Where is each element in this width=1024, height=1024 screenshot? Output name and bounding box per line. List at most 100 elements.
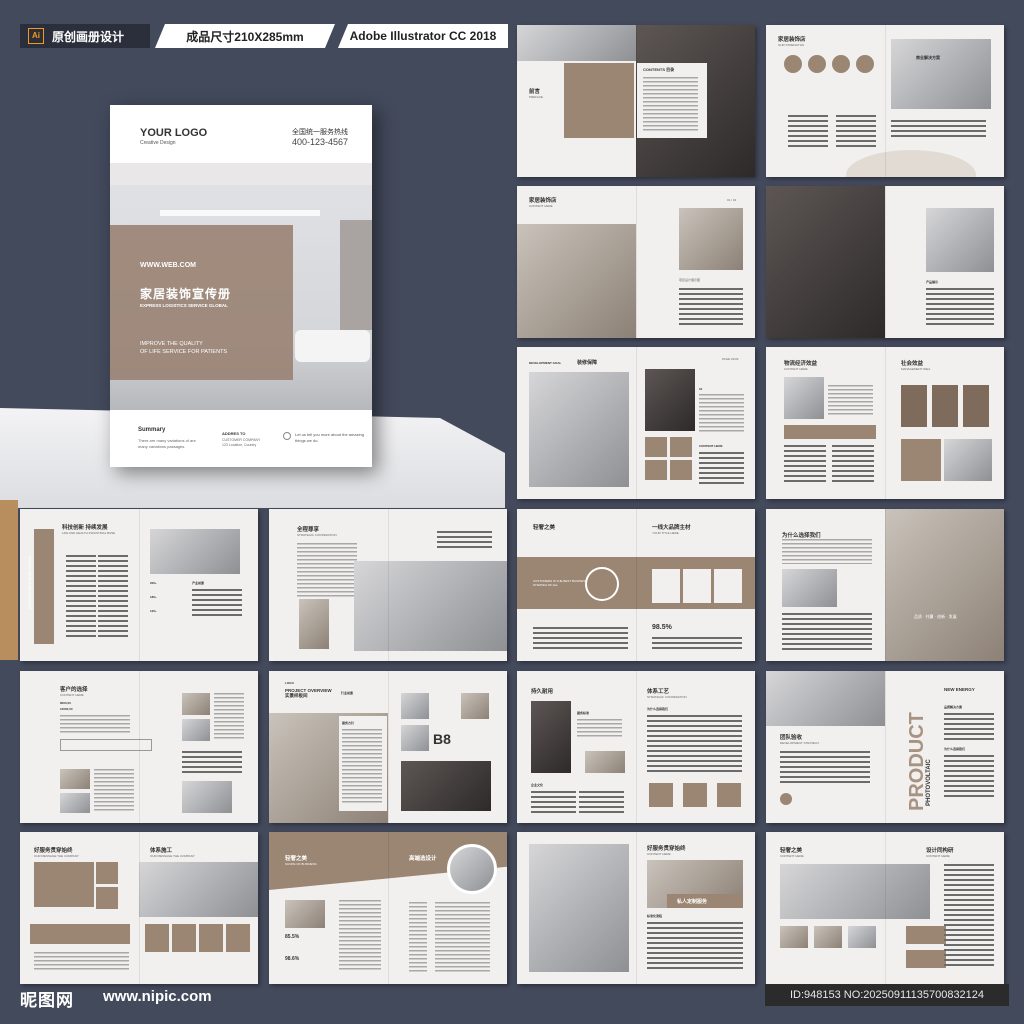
site-url[interactable]: www.nipic.com [103,988,212,1005]
round-photo [447,844,497,894]
text-lines [926,288,994,326]
text-lines [533,627,628,649]
spread-photo [517,224,636,338]
text-lines [832,445,874,485]
icon-tile [199,924,223,952]
new-energy-label: NEW ENERGY [944,687,975,692]
brown-card [901,385,927,427]
contents-title: CONTENTS 目录 [643,67,675,72]
spread-photo [401,761,491,811]
spread-photo [944,439,992,481]
stat-1: 200+ [150,581,157,585]
white-card [683,569,711,603]
text-lines [647,922,743,972]
spread-title-2: 设计同构研 [926,848,954,854]
cover-title: 家居装饰宣传册 [140,287,232,301]
brown-banner [784,425,876,439]
solution-label: 商业解决方案 [916,55,940,60]
spread-title: 轻奢之美 [780,848,803,854]
hotline-label: 全国统一服务热线 [292,129,348,136]
spread-subtitle-2: CONTENT HERE [926,854,950,858]
spread-photo [814,926,842,948]
spread-subtitle: CONTENT HERE [529,204,553,208]
spread-r1b: 家居装饰店 OUR STRENGTHS 商业解决方案 [766,25,1004,177]
brown-banner [30,924,130,944]
spread-photo [60,793,90,813]
software-tag: Ai 原创画册设计 [20,24,150,48]
chart-ring [585,567,619,601]
content-label: CONTENT HERE [699,444,723,448]
text-lines [699,452,744,487]
spread-photo [645,369,695,431]
text-lines [579,791,624,813]
stat-2: 180+ [150,595,157,599]
spread-title-2: 一线大品牌主材 [652,525,691,531]
text-lines [192,589,242,617]
feature-icon [808,55,826,73]
spread-title-2: 体系工艺 [647,689,670,695]
spread-title: 好服务贯穿始终 [647,846,686,852]
spread-r2a: 家居装饰店 CONTENT HERE 01 / 02 项目设计展示图 [517,186,755,338]
address-text: CUSTOMER COMPANY 123 Location, Country [222,438,261,447]
hotline-phone: 400-123-4567 [292,137,349,147]
banner-text: 私人定制服务 [677,899,708,905]
cover-band [110,163,372,185]
spread-r4b: 全程尊享 STRATEGIC COOPERATION [269,509,507,661]
spread-subtitle: STRATEGIC COOPERATION [297,533,337,537]
icon-tile [96,862,118,884]
banner-text: CUSTOMERS IS THE BEST BUSINESS STRATEG O… [533,579,588,587]
spread-photo [766,671,885,726]
white-card [652,569,680,603]
brown-block [564,63,634,138]
spread-photo [182,693,210,715]
spread-photo [60,769,90,789]
spread-title: 轻奢之美 [285,856,308,862]
percent-1: 85.5% [285,934,300,940]
text-lines [577,719,622,739]
text-lines [780,751,870,786]
logo-mark: LOGO [285,681,294,685]
spread-photo [766,186,885,338]
text-lines [699,394,744,434]
spread-photo [926,208,994,272]
icon-tile [172,924,196,952]
spread-photo [848,926,876,948]
cover-logo: YOUR LOGO [140,127,208,139]
spread-photo [401,693,429,719]
size-tag: 成品尺寸210X285mm [155,24,335,48]
icon-tile [645,460,667,480]
location-icon [283,432,291,440]
spread-subtitle: YOUR TITLE HERE [652,531,679,535]
spread-title: 好服务贯穿始终 [34,848,73,854]
cover-logo-sub: Creative Design [140,140,176,146]
page-number: PAGE 01/02 [722,357,739,361]
text-lines [782,539,872,564]
icon-tile [649,783,673,807]
text-lines [679,288,743,326]
text-lines [98,555,128,637]
spread-subtitle: CONTENT HERE [647,852,671,856]
spread-r4a: BUSINESS BROCHURE DESIGN 科技创新 持续发展 LIFE … [20,509,258,661]
stat-3: 120+ [150,609,157,613]
section-label-2: 服务方针 [342,721,355,725]
brown-badge [906,950,946,968]
table-leg [0,500,18,660]
feature-icon [832,55,850,73]
preface-title: 前言 [529,89,541,95]
spread-title: 全程尊享 [297,527,320,533]
percent-stat: 98.5% [652,624,672,631]
spread-photo [529,372,629,487]
spread-subtitle: OUR MESSAGE THE COMPANY [34,854,79,858]
spread-title: 物流经济效益 [784,361,818,367]
illustrator-icon: Ai [28,28,44,44]
site-name: 昵图网 [20,991,74,1010]
spread-r4c: 轻奢之美 一线大品牌主材 YOUR TITLE HERE CUSTOMERS I… [517,509,755,661]
spread-r4d: 为什么选择我们 品质 · 共赢 · 创新 · 发展 [766,509,1004,661]
spread-photo [679,208,743,270]
icon-tile [683,783,707,807]
page-number: 01 / 02 [727,198,737,202]
text-lines [437,531,492,551]
spread-label: 产品展示 [926,280,939,284]
image-id-bar: ID:948153 NO:20250911135700832124 [765,984,1009,1006]
text-lines [435,902,490,972]
